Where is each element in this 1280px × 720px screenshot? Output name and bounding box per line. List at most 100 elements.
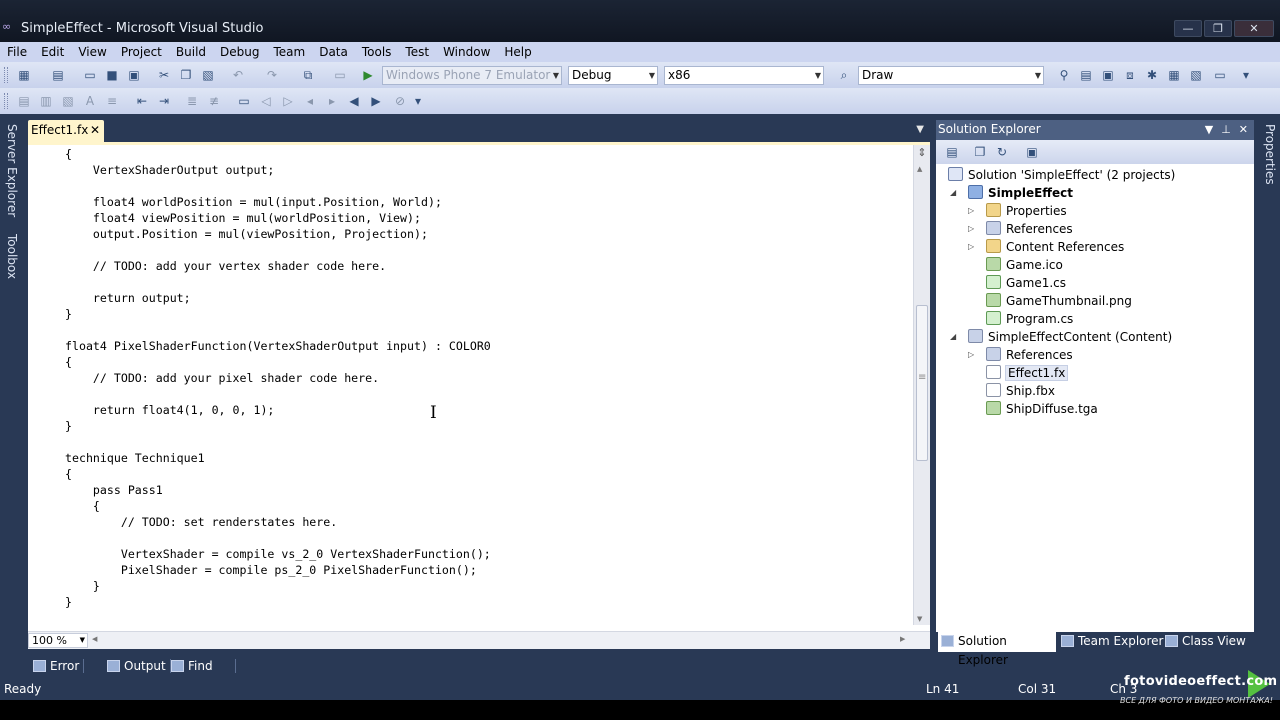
toolbar-grip[interactable] — [4, 93, 8, 109]
tree-node-gamethumbnail-png[interactable]: GameThumbnail.png — [986, 292, 1132, 310]
code-line[interactable]: // TODO: add your vertex shader code her… — [65, 258, 491, 274]
tree-node-game-ico[interactable]: Game.ico — [986, 256, 1063, 274]
menu-data[interactable]: Data — [312, 45, 355, 59]
server-explorer-tab[interactable]: Server Explorer — [3, 124, 19, 217]
target-device-select[interactable]: Windows Phone 7 Emulator ▼ — [382, 66, 562, 85]
code-line[interactable]: { — [65, 498, 491, 514]
zoom-select[interactable]: 100 % ▼ — [28, 633, 88, 648]
increase-indent-icon[interactable]: ⇥ — [156, 93, 172, 109]
code-line[interactable]: float4 viewPosition = mul(worldPosition,… — [65, 210, 491, 226]
configuration-select[interactable]: Debug ▼ — [568, 66, 658, 85]
previous-bookmark-icon[interactable]: ◁ — [258, 93, 274, 109]
code-line[interactable] — [65, 274, 491, 290]
scroll-right-icon[interactable]: ▶ — [900, 635, 905, 643]
code-line[interactable]: { — [65, 466, 491, 482]
previous-bookmark-in-folder-icon[interactable]: ◂ — [302, 93, 318, 109]
save-all-icon[interactable]: ▣ — [126, 67, 142, 83]
uncomment-icon[interactable]: ≢ — [206, 93, 222, 109]
redo-icon[interactable]: ↷ — [264, 67, 280, 83]
show-all-files-icon[interactable]: ❐ — [972, 144, 988, 160]
tree-node-simpleeffect[interactable]: ◢ SimpleEffect — [950, 184, 1073, 202]
scroll-thumb[interactable] — [916, 305, 928, 461]
start-page-icon[interactable]: ▧ — [1188, 67, 1204, 83]
code-line[interactable]: return output; — [65, 290, 491, 306]
tab-find-results-1[interactable]: Find Results 1 — [168, 656, 237, 713]
copy-icon[interactable]: ❐ — [178, 67, 194, 83]
code-line[interactable]: output.Position = mul(viewPosition, Proj… — [65, 226, 491, 242]
new-project-icon[interactable]: ▦ — [16, 67, 32, 83]
split-window-icon[interactable]: ⇕ — [915, 147, 929, 161]
tree-node-solution[interactable]: Solution 'SimpleEffect' (2 projects) — [948, 166, 1175, 184]
expand-icon[interactable]: ▷ — [968, 220, 974, 238]
open-folder-icon[interactable]: ▭ — [82, 67, 98, 83]
tab-solution-explorer[interactable]: Solution Explorer — [938, 632, 1056, 667]
tree-node-game1-cs[interactable]: Game1.cs — [986, 274, 1066, 292]
properties-window-icon[interactable]: ▤ — [1078, 67, 1094, 83]
code-line[interactable]: return float4(1, 0, 0, 1); — [65, 402, 491, 418]
maximize-button[interactable]: ❐ — [1204, 20, 1232, 37]
scroll-left-icon[interactable]: ◀ — [92, 635, 97, 643]
close-button[interactable]: ✕ — [1234, 20, 1274, 37]
window-layout-icon[interactable]: ▭ — [1212, 67, 1228, 83]
code-line[interactable] — [65, 178, 491, 194]
object-browser-icon[interactable]: ▣ — [1100, 67, 1116, 83]
scroll-up-icon[interactable]: ▲ — [917, 165, 922, 173]
code-line[interactable]: VertexShader = compile vs_2_0 VertexShad… — [65, 546, 491, 562]
menu-help[interactable]: Help — [497, 45, 538, 59]
close-tab-icon[interactable]: ✕ — [90, 120, 100, 141]
horizontal-scrollbar[interactable]: 100 % ▼ ◀ ▶ — [28, 631, 930, 649]
paste-icon[interactable]: ▧ — [200, 67, 216, 83]
code-line[interactable] — [65, 242, 491, 258]
tree-node-properties[interactable]: ▷ Properties — [968, 202, 1067, 220]
tab-error-list[interactable]: Error List — [30, 656, 85, 693]
expand-icon[interactable]: ▷ — [968, 346, 974, 364]
code-line[interactable] — [65, 386, 491, 402]
expand-icon[interactable]: ▷ — [968, 238, 974, 256]
view-class-diagram-icon[interactable]: ▣ — [1024, 144, 1040, 160]
code-line[interactable] — [65, 530, 491, 546]
close-panel-icon[interactable]: ✕ — [1239, 120, 1248, 139]
tools-icon[interactable]: ✱ — [1144, 67, 1160, 83]
properties-icon[interactable]: ▤ — [944, 144, 960, 160]
navigate-forward-icon[interactable]: ▭ — [332, 67, 348, 83]
menu-edit[interactable]: Edit — [34, 45, 71, 59]
next-bookmark-icon[interactable]: ▷ — [280, 93, 296, 109]
code-line[interactable]: float4 PixelShaderFunction(VertexShaderO… — [65, 338, 491, 354]
menu-tools[interactable]: Tools — [355, 45, 399, 59]
save-icon[interactable]: ■ — [104, 67, 120, 83]
menu-build[interactable]: Build — [169, 45, 213, 59]
code-line[interactable]: { — [65, 354, 491, 370]
tree-node-effect1-fx[interactable]: Effect1.fx — [986, 364, 1069, 382]
code-line[interactable]: } — [65, 594, 491, 610]
cut-icon[interactable]: ✂ — [156, 67, 172, 83]
platform-select[interactable]: x86 ▼ — [664, 66, 824, 85]
auto-hide-pin-icon[interactable]: ⊥ — [1221, 120, 1231, 139]
tab-output[interactable]: Output — [104, 656, 171, 676]
code-line[interactable]: } — [65, 578, 491, 594]
menu-debug[interactable]: Debug — [213, 45, 266, 59]
menu-test[interactable]: Test — [398, 45, 436, 59]
menu-view[interactable]: View — [71, 45, 113, 59]
member-list-icon[interactable]: ▤ — [16, 93, 32, 109]
toolbox-tab[interactable]: Toolbox — [3, 234, 19, 279]
navigate-icon[interactable]: ⧉ — [300, 67, 316, 83]
menu-file[interactable]: File — [0, 45, 34, 59]
extension-manager-icon[interactable]: ▦ — [1166, 67, 1182, 83]
menu-team[interactable]: Team — [266, 45, 312, 59]
tab-team-explorer[interactable]: Team Explorer — [1058, 632, 1164, 652]
toolbar-options-icon[interactable]: ▾ — [1238, 67, 1254, 83]
document-list-icon[interactable]: ▼ — [916, 124, 924, 135]
code-line[interactable]: VertexShaderOutput output; — [65, 162, 491, 178]
clear-bookmarks-icon[interactable]: ⊘ — [392, 93, 408, 109]
vertical-scrollbar[interactable]: ⇕ ▲ ▼ — [913, 145, 930, 625]
format-icon[interactable]: ≡ — [104, 93, 120, 109]
comment-out-icon[interactable]: ≣ — [184, 93, 200, 109]
properties-tab[interactable]: Properties — [1261, 124, 1277, 185]
toggle-bookmark-icon[interactable]: ▭ — [236, 93, 252, 109]
scroll-down-icon[interactable]: ▼ — [917, 615, 922, 623]
parameter-info-icon[interactable]: ▥ — [38, 93, 54, 109]
refresh-icon[interactable]: ↻ — [994, 144, 1010, 160]
code-line[interactable]: { — [65, 146, 491, 162]
tab-class-view[interactable]: Class View — [1162, 632, 1246, 652]
code-line[interactable]: // TODO: add your pixel shader code here… — [65, 370, 491, 386]
